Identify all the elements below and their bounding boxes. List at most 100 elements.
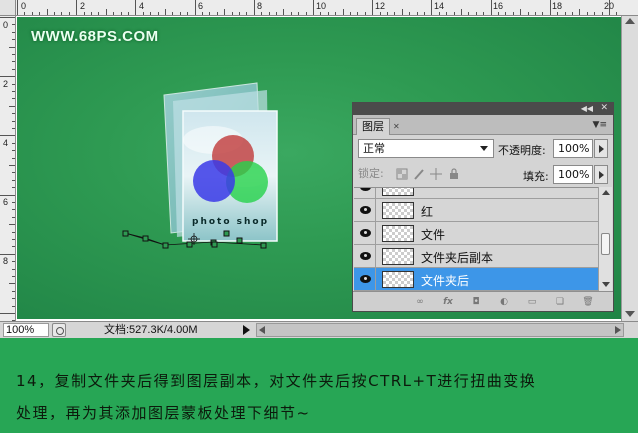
canvas-horizontal-scrollbar[interactable] [256, 323, 624, 337]
adjustment-icon[interactable]: ◐ [497, 296, 511, 308]
ruler-tick [0, 313, 15, 314]
collapse-icon[interactable]: ◀◀ [581, 103, 593, 114]
layer-row[interactable]: 文件夹后副本 [354, 245, 598, 268]
ruler-tick [76, 0, 78, 15]
layer-row[interactable] [354, 188, 598, 199]
link-icon[interactable]: ∞ [413, 296, 427, 308]
ruler-tick [261, 12, 263, 15]
layer-row-selected[interactable]: 文件夹后 [354, 268, 598, 291]
status-menu-arrow-icon[interactable] [243, 325, 250, 335]
ruler-tick [12, 239, 15, 240]
ruler-tick [276, 12, 277, 15]
scroll-right-icon[interactable] [615, 326, 621, 334]
ruler-label: 8 [257, 1, 263, 11]
ruler-tick [46, 9, 48, 15]
layer-name: 文件夹后副本 [421, 251, 494, 265]
panel-menu-icon[interactable]: ▼≡ [593, 120, 607, 130]
fill-input[interactable]: 100% [553, 165, 593, 184]
ruler-tick [157, 12, 159, 15]
ruler-tick [268, 12, 270, 15]
ruler-corner[interactable] [0, 0, 16, 16]
scroll-down-icon[interactable] [625, 311, 635, 317]
ruler-tick [313, 0, 314, 15]
ruler-label: 2 [80, 1, 86, 11]
ruler-top[interactable]: 0 2 4 6 8 10 12 14 16 18 20 [0, 0, 638, 16]
lock-transparency-icon[interactable] [396, 168, 408, 180]
ruler-tick [128, 12, 129, 15]
fx-icon[interactable]: fx [441, 296, 455, 308]
ruler-tick [54, 12, 55, 15]
ruler-label: 0 [3, 20, 9, 30]
ruler-tick [9, 283, 15, 285]
visibility-toggle[interactable] [354, 245, 376, 267]
ruler-tick [12, 187, 15, 189]
visibility-toggle[interactable] [354, 268, 376, 290]
ruler-tick [579, 9, 581, 15]
blend-mode-select[interactable]: 正常 [358, 139, 494, 158]
folder-icon[interactable]: ▭ [525, 296, 539, 308]
tab-layers[interactable]: 图层 [356, 118, 390, 135]
mask-icon[interactable]: ◘ [469, 296, 483, 308]
ruler-tick [601, 12, 603, 15]
ruler-tick [372, 0, 374, 15]
lock-position-icon[interactable] [430, 168, 442, 180]
ruler-tick [12, 231, 15, 233]
ruler-tick [113, 12, 115, 15]
ruler-tick [12, 179, 15, 181]
canvas-vertical-scrollbar[interactable] [621, 16, 638, 321]
ruler-tick [0, 253, 15, 255]
visibility-toggle[interactable] [354, 222, 376, 244]
trash-icon[interactable]: 🗑 [581, 296, 595, 308]
scroll-left-icon[interactable] [259, 326, 265, 334]
ruler-tick [98, 12, 100, 15]
visibility-toggle[interactable] [354, 199, 376, 221]
fill-stepper[interactable] [594, 165, 608, 184]
ruler-tick [498, 12, 499, 15]
layers-scrollbar[interactable] [598, 187, 612, 291]
tab-close-icon[interactable]: ✕ [393, 122, 400, 131]
ruler-tick [283, 9, 285, 15]
scroll-up-icon[interactable] [625, 18, 635, 24]
ruler-tick [9, 46, 15, 48]
zoom-field[interactable]: 100% [3, 323, 49, 337]
layer-thumbnail [382, 248, 414, 265]
ruler-tick [12, 290, 15, 292]
ruler-tick [594, 12, 596, 15]
scroll-up-icon[interactable] [602, 190, 610, 195]
ruler-tick [0, 135, 15, 137]
ruler-tick [342, 9, 344, 15]
panel-titlebar[interactable]: ◀◀ ✕ [353, 103, 613, 115]
lock-pixels-icon[interactable] [413, 168, 425, 180]
ruler-tick [12, 172, 15, 174]
ruler-label: 16 [493, 1, 504, 11]
new-layer-icon[interactable]: ❏ [553, 296, 567, 308]
ruler-tick [438, 12, 440, 15]
opacity-stepper[interactable] [594, 139, 608, 158]
scroll-down-icon[interactable] [602, 282, 610, 287]
document-canvas[interactable]: WWW.68PS.COM photo shop ◀◀ ✕ 图层 ✕ ▼≡ 正常 … [17, 17, 621, 319]
caption-banner: 14，复制文件夹后得到图层副本，对文件夹后按CTRL+T进行扭曲变换 处理，再为… [0, 338, 638, 433]
ruler-tick [298, 12, 300, 15]
ruler-tick [209, 12, 211, 15]
layer-row[interactable]: 文件 [354, 222, 598, 245]
ruler-tick [105, 9, 107, 15]
close-icon[interactable]: ✕ [600, 103, 608, 114]
opacity-input[interactable]: 100% [553, 139, 593, 158]
scroll-thumb[interactable] [601, 233, 610, 255]
ruler-tick [535, 12, 536, 15]
ruler-tick [0, 76, 15, 78]
blend-mode-value: 正常 [363, 142, 385, 155]
lock-row: 锁定: [358, 165, 488, 183]
ruler-tick [12, 24, 15, 26]
ruler-left[interactable]: 0 2 4 6 8 [0, 16, 16, 322]
visibility-toggle[interactable] [354, 188, 376, 198]
ruler-tick [12, 268, 15, 270]
ruler-tick [12, 61, 15, 63]
lock-all-icon[interactable] [448, 168, 460, 180]
ruler-tick [12, 202, 15, 203]
layer-row[interactable]: 红 [354, 199, 598, 222]
eye-icon [360, 229, 371, 237]
lock-label: 锁定: [358, 167, 384, 180]
panel-footer: ∞ fx ◘ ◐ ▭ ❏ 🗑 [353, 291, 613, 311]
status-info-icon[interactable] [52, 323, 66, 337]
